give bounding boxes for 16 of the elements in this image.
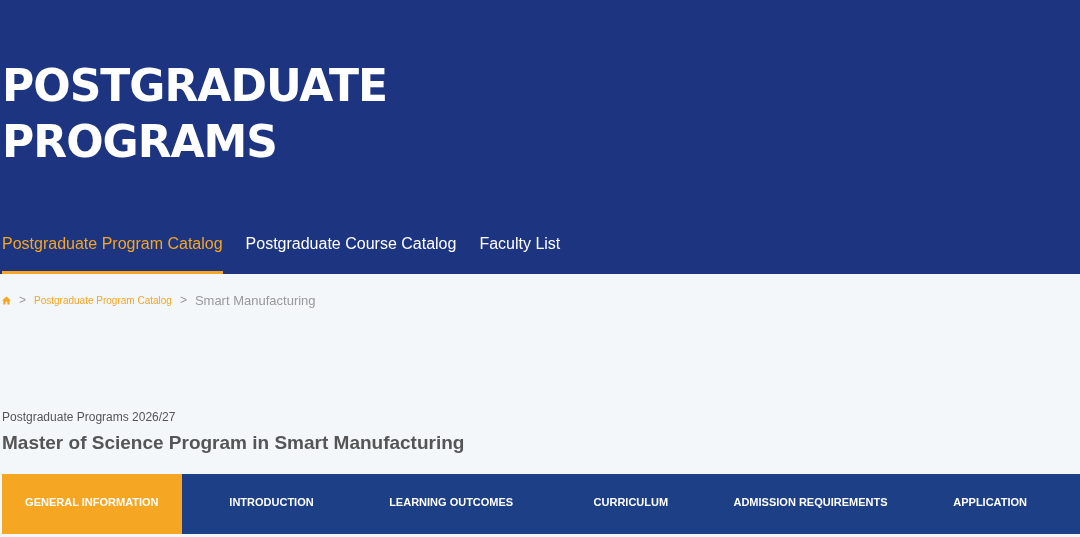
nav-tab[interactable]: Postgraduate Course Catalog: [245, 225, 457, 274]
program-title: Master of Science Program in Smart Manufacturing: [2, 432, 466, 454]
nav-tab[interactable]: Faculty List: [479, 225, 561, 274]
breadcrumb-current: Smart Manufacturing: [194, 292, 316, 308]
page-title: POSTGRADUATE: [2, 59, 388, 113]
section-tab[interactable]: APPLICATION: [900, 474, 1080, 534]
section-tab[interactable]: ADMISSION REQUIREMENTS: [720, 474, 901, 534]
section-tab[interactable]: CURRICULUM: [541, 474, 721, 534]
section-tab[interactable]: INTRODUCTION: [181, 474, 362, 534]
nav-tab[interactable]: Postgraduate Program Catalog: [2, 225, 223, 274]
home-icon[interactable]: [2, 295, 11, 305]
section-tab[interactable]: LEARNING OUTCOMES: [361, 474, 541, 534]
page-title: PROGRAMS: [2, 115, 279, 169]
breadcrumb-separator: >: [179, 293, 187, 307]
program-subtitle: Postgraduate Programs 2026/27: [2, 410, 177, 424]
breadcrumb-separator: >: [19, 293, 26, 307]
